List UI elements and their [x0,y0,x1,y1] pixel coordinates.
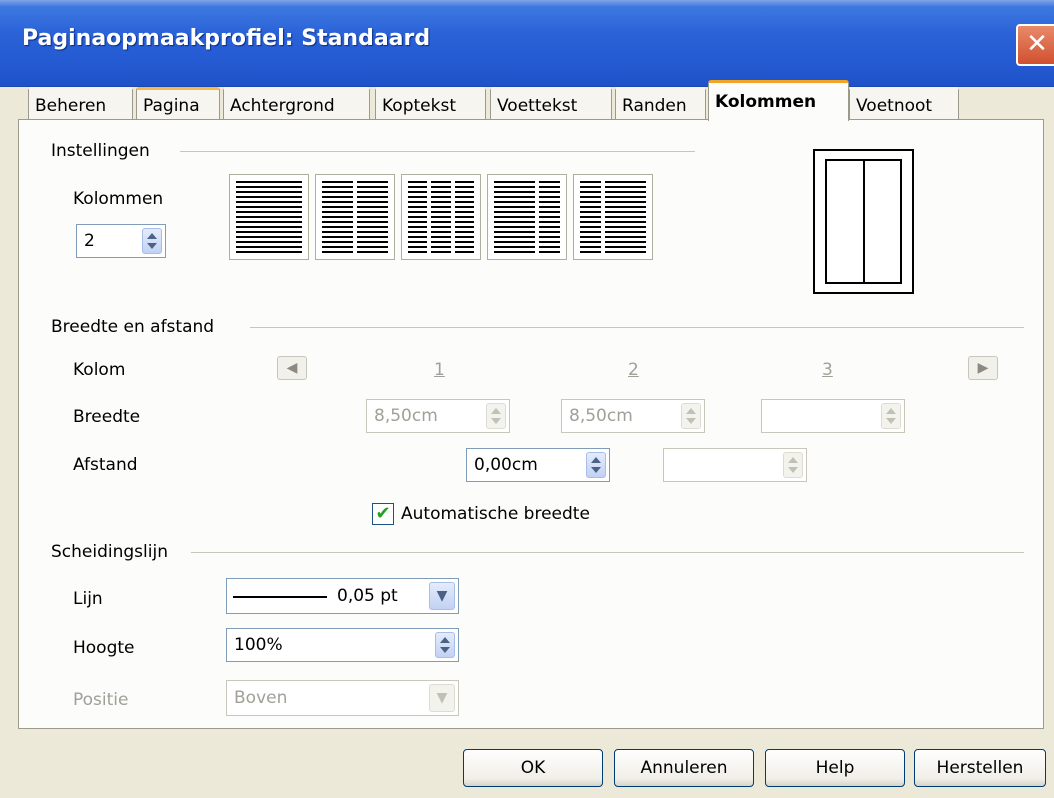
width-spacing-heading: Breedte en afstand [51,317,215,337]
position-value: Boven [234,688,288,708]
column-lines-icon [580,181,601,253]
width-field-2[interactable]: 8,50cm [561,399,705,433]
spin-arrows-icon[interactable] [435,632,455,658]
separator-section-line [191,552,1024,553]
width-value-1: 8,50cm [374,406,438,426]
position-label: Positie [73,690,129,710]
ok-button[interactable]: OK [463,749,603,787]
column-lines-icon [322,181,353,253]
position-select[interactable]: Boven ▼ [226,680,459,716]
tab-achtergrond[interactable]: Achtergrond [223,87,370,119]
column-label: Kolom [73,360,126,380]
layout-right-wide-button[interactable] [573,174,653,260]
tab-pagina[interactable]: Pagina [136,87,220,119]
title-bar: Paginaopmaakprofiel: Standaard ✕ [0,0,1054,87]
column-number-3: 3 [822,360,833,380]
reset-button[interactable]: Herstellen [914,749,1046,787]
column-lines-icon [539,181,560,253]
layout-3-columns-button[interactable] [401,174,481,260]
spin-arrows-icon[interactable] [783,452,803,478]
help-button[interactable]: Help [765,749,905,787]
width-label: Breedte [73,407,141,427]
columns-stepper[interactable]: 2 [76,224,166,258]
column-lines-icon [236,181,302,253]
height-value: 100% [234,635,283,655]
tab-voettekst[interactable]: Voettekst [490,87,612,119]
spacing-value-1: 0,00cm [474,455,538,475]
spin-arrows-icon[interactable] [881,403,901,429]
cancel-button[interactable]: Annuleren [614,749,754,787]
height-label: Hoogte [73,638,135,658]
spacing-label: Afstand [73,455,138,475]
column-lines-icon [431,181,451,253]
layout-2-columns-button[interactable] [315,174,395,260]
height-field[interactable]: 100% [226,628,459,662]
width-spacing-separator [250,327,1024,328]
spin-arrows-icon[interactable] [486,403,506,429]
arrow-right-icon[interactable]: ▶ [968,356,998,380]
column-lines-icon [604,181,646,253]
line-value: 0,05 pt [337,586,398,606]
window-title: Paginaopmaakprofiel: Standaard [22,26,431,51]
column-number-1: 1 [434,360,445,380]
chevron-down-icon[interactable]: ▼ [429,582,455,610]
line-label: Lijn [73,589,103,609]
separator-heading: Scheidingslijn [51,542,168,562]
settings-heading: Instellingen [51,141,150,161]
chevron-down-icon[interactable]: ▼ [429,684,455,712]
tab-beheren[interactable]: Beheren [28,87,133,119]
spin-arrows-icon[interactable] [586,452,606,478]
line-sample-icon [233,596,327,598]
column-number-2: 2 [628,360,639,380]
width-value-2: 8,50cm [569,406,633,426]
columns-label: Kolommen [73,189,164,209]
column-lines-icon [357,181,388,253]
auto-width-label: Automatische breedte [401,504,590,524]
page-preview [813,149,914,294]
layout-left-wide-button[interactable] [487,174,567,260]
spacing-field-1[interactable]: 0,00cm [466,448,610,482]
column-lines-icon [454,181,474,253]
tab-voetnoot[interactable]: Voetnoot [849,87,959,119]
layout-1-column-button[interactable] [229,174,309,260]
spin-arrows-icon[interactable] [142,228,162,254]
spacing-field-2[interactable] [663,448,807,482]
column-lines-icon [494,181,536,253]
auto-width-checkbox[interactable]: ✔ [372,503,394,525]
column-lines-icon [408,181,428,253]
line-style-select[interactable]: 0,05 pt ▼ [226,578,459,614]
columns-value: 2 [84,231,95,251]
tab-koptekst[interactable]: Koptekst [375,87,486,119]
settings-separator [180,151,695,152]
spin-arrows-icon[interactable] [681,403,701,429]
tab-kolommen[interactable]: Kolommen [708,80,849,121]
tab-randen[interactable]: Randen [615,87,706,119]
width-field-3[interactable] [761,399,905,433]
width-field-1[interactable]: 8,50cm [366,399,510,433]
close-icon[interactable]: ✕ [1016,24,1054,66]
arrow-left-icon[interactable]: ◀ [277,356,307,380]
